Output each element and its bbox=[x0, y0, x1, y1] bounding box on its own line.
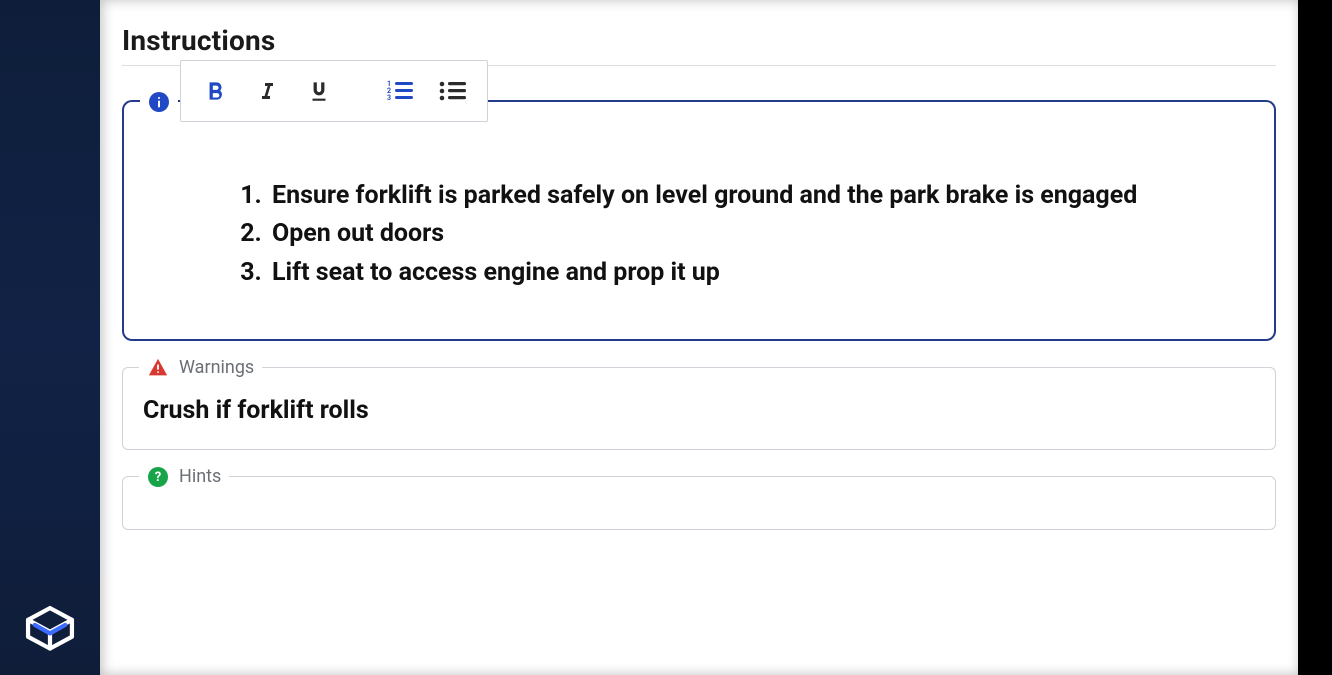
warning-icon bbox=[147, 357, 169, 379]
list-item[interactable]: Ensure forklift is parked safely on leve… bbox=[268, 178, 1238, 214]
sidebar-rail bbox=[0, 0, 100, 675]
list-item[interactable]: Open out doors bbox=[268, 216, 1238, 252]
svg-text:?: ? bbox=[155, 470, 161, 485]
hints-card[interactable]: ? Hints bbox=[122, 476, 1276, 530]
warnings-text: Crush if forklift rolls bbox=[143, 396, 1255, 425]
warnings-card[interactable]: Warnings Crush if forklift rolls bbox=[122, 367, 1276, 450]
ordered-list-button[interactable]: 1 2 3 bbox=[381, 71, 421, 111]
app-logo-icon bbox=[23, 603, 77, 657]
italic-button[interactable] bbox=[247, 71, 287, 111]
underline-button[interactable] bbox=[299, 71, 339, 111]
instructions-legend bbox=[140, 88, 178, 116]
unordered-list-button[interactable] bbox=[433, 71, 473, 111]
right-margin bbox=[1298, 0, 1332, 675]
svg-text:3: 3 bbox=[387, 94, 391, 102]
page-title: Instructions bbox=[122, 24, 1276, 57]
instructions-editor-card[interactable]: 1 2 3 bbox=[122, 100, 1276, 341]
hints-legend: ? Hints bbox=[139, 463, 229, 491]
bold-button[interactable] bbox=[195, 71, 235, 111]
hints-label: Hints bbox=[179, 466, 221, 487]
rich-text-toolbar: 1 2 3 bbox=[180, 60, 488, 122]
instructions-ordered-list[interactable]: Ensure forklift is parked safely on leve… bbox=[160, 178, 1238, 291]
list-item[interactable]: Lift seat to access engine and prop it u… bbox=[268, 255, 1238, 291]
instructions-editor-body[interactable]: Ensure forklift is parked safely on leve… bbox=[124, 102, 1274, 339]
info-icon bbox=[148, 91, 170, 113]
warnings-legend: Warnings bbox=[139, 354, 262, 382]
page-panel: Instructions bbox=[100, 0, 1298, 675]
warnings-label: Warnings bbox=[179, 357, 254, 378]
hint-icon: ? bbox=[147, 466, 169, 488]
